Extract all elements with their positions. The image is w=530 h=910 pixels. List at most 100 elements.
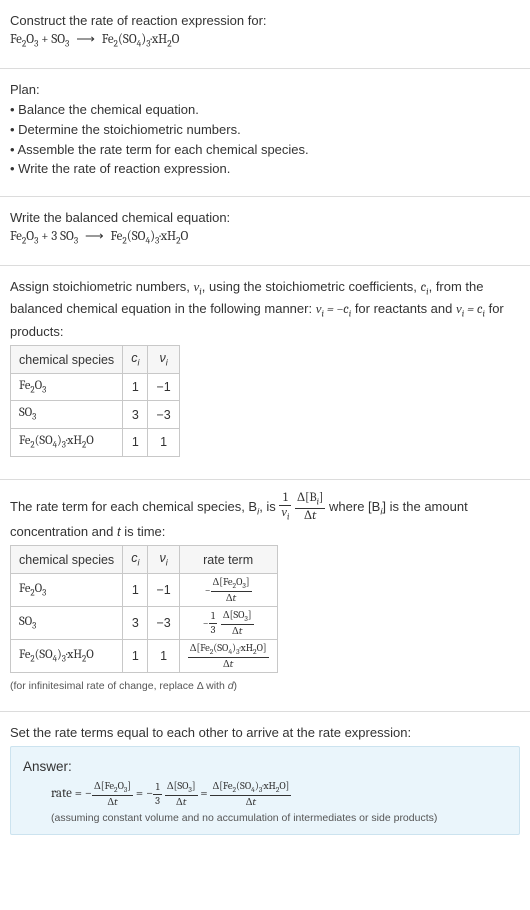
sub: 3 (34, 39, 38, 49)
t: ] (248, 609, 252, 621)
frac: Δ[Fe2(SO4)3·xH2O]Δt (210, 781, 291, 807)
t: ·xH (66, 434, 82, 448)
t: ] (319, 491, 323, 505)
t: t (312, 509, 316, 523)
species-so3: SO (51, 32, 65, 47)
t: ] (246, 576, 250, 588)
t: t (183, 796, 187, 808)
cell-ci: 3 (123, 401, 148, 429)
nu-eq-c: νi = ci (456, 302, 485, 317)
balanced-equation: Fe2O3 + 3 SO3 ⟶ Fe2(SO4)3·xH2O (10, 228, 520, 249)
sub: 3 (32, 413, 36, 423)
divider (0, 68, 530, 69)
cell-ci: 1 (123, 573, 148, 606)
t: Δ[Fe (190, 642, 210, 654)
cell-ci: 1 (123, 640, 148, 673)
t: O] (257, 642, 267, 654)
frac: Δ[SO3]Δt (165, 781, 198, 807)
t: Δ (176, 796, 183, 808)
frac-den: Δt (188, 657, 269, 670)
t: O (86, 434, 94, 448)
table-row: Fe2(SO4)3·xH2O 1 1 (11, 429, 180, 457)
answer-expression: rate = −Δ[Fe2O3]Δt = −13 Δ[SO3]Δt = Δ[Fe… (23, 781, 507, 807)
plan-section: Plan: Balance the chemical equation. Det… (10, 75, 520, 190)
cell-nui: 1 (148, 640, 179, 673)
cell-species: Fe2O3 (11, 573, 123, 606)
t: (SO (213, 642, 228, 654)
cell-nui: −1 (148, 373, 179, 401)
t: t (239, 625, 243, 637)
cell-species: Fe2O3 (11, 373, 123, 401)
t: Δ[B (297, 491, 317, 505)
t: ] (192, 780, 196, 792)
t: O] (279, 780, 289, 792)
frac-one-third: 13 (209, 611, 218, 635)
t: Δ[Fe (212, 780, 232, 792)
frac-num: Δ[SO3] (221, 610, 254, 624)
frac-one-over-nu: 1νi (279, 492, 291, 523)
frac-den: Δt (295, 508, 325, 523)
assign-section: Assign stoichiometric numbers, νi, using… (10, 272, 520, 472)
t: t (114, 796, 118, 808)
rate-term-section: The rate term for each chemical species,… (10, 486, 520, 705)
plan-bullet-4: Write the rate of reaction expression. (10, 160, 520, 179)
frac: Δ[Fe2O3]Δt (92, 781, 133, 807)
t: Δ[Fe (213, 576, 233, 588)
frac-num: Δ[Fe2(SO4)3·xH2O] (210, 781, 291, 795)
cell-nui: −3 (148, 607, 179, 640)
frac-den: 3 (209, 623, 218, 636)
eq: = (198, 786, 211, 801)
t: Δ (232, 625, 239, 637)
infinitesimal-note: (for infinitesimal rate of change, repla… (10, 679, 520, 694)
cell-nui: −1 (148, 573, 179, 606)
frac: Δ[Fe2O3]Δt (211, 577, 252, 603)
species: Fe (10, 229, 22, 244)
rate-text: The rate term for each chemical species,… (10, 499, 257, 514)
t: Δ[Fe (94, 780, 114, 792)
balanced-section: Write the balanced chemical equation: Fe… (10, 203, 520, 259)
note-text: ) (234, 680, 238, 692)
species: O (180, 229, 188, 244)
cell-species: SO3 (11, 401, 123, 429)
arrow-icon: ⟶ (76, 31, 95, 50)
rate-eq: rate = − (51, 786, 92, 801)
table-header-row: chemical species ci νi rate term (11, 546, 278, 574)
col-nui: νi (148, 546, 179, 574)
frac: Δ[SO3]Δt (221, 610, 254, 636)
col-species: chemical species (11, 546, 123, 574)
frac: Δ[Fe2(SO4)3·xH2O]Δt (188, 643, 269, 669)
cell-rate: −13 Δ[SO3]Δt (179, 607, 277, 640)
species-product-xh: ·xH (151, 32, 168, 47)
t: Fe (19, 434, 30, 448)
sub: i (166, 358, 168, 368)
frac-den: Δt (92, 795, 133, 808)
cell-ci: 1 (123, 429, 148, 457)
nu-i: νi (194, 280, 202, 295)
rate-text: is time: (121, 524, 166, 539)
eq: = − (133, 786, 153, 801)
arrow-icon: ⟶ (85, 228, 104, 247)
prompt-text: Construct the rate of reaction expressio… (10, 12, 520, 31)
sub: i (137, 558, 139, 568)
species: (SO (127, 229, 146, 244)
rate-text: where [B (329, 499, 380, 514)
note-text: (for infinitesimal rate of change, repla… (10, 680, 228, 692)
frac-one-third: 13 (153, 782, 162, 806)
answer-note: (assuming constant volume and no accumul… (23, 811, 507, 826)
cell-species: Fe2(SO4)3·xH2O (11, 640, 123, 673)
frac-den: Δt (210, 795, 291, 808)
plan-bullet-2: Determine the stoichiometric numbers. (10, 121, 520, 140)
species-product-fe: Fe (102, 32, 114, 47)
t: t (253, 796, 257, 808)
t: O (86, 648, 94, 662)
eq: = c (464, 302, 482, 317)
frac-num: Δ[Fe2O3] (211, 577, 252, 591)
sub: 3 (65, 39, 69, 49)
divider (0, 479, 530, 480)
cell-species: Fe2(SO4)3·xH2O (11, 429, 123, 457)
balanced-title: Write the balanced chemical equation: (10, 209, 520, 228)
frac-den: Δt (211, 591, 252, 604)
set-terms-text: Set the rate terms equal to each other t… (10, 724, 520, 743)
table-header-row: chemical species ci νi (11, 346, 180, 374)
unbalanced-equation: Fe2O3 + SO3 ⟶ Fe2(SO4)3·xH2O (10, 31, 520, 52)
